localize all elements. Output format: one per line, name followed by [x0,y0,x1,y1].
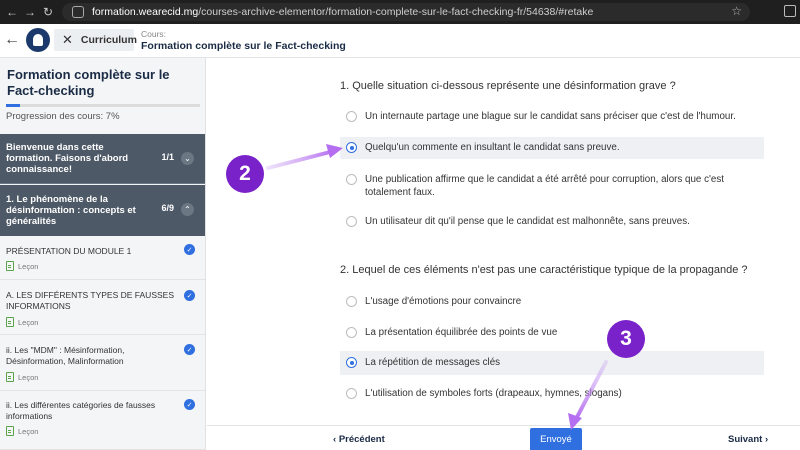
option-label: Quelqu'un commente en insultant le candi… [365,142,620,153]
lesson-type: Leçon [18,317,39,327]
answer-option[interactable]: Un internaute partage une blague sur le … [340,110,764,130]
answer-option[interactable]: L'utilisation de symboles forts (drapeau… [340,387,764,407]
lesson-item[interactable]: PRÉSENTATION DU MODULE 1 Leçon ✓ [0,236,205,280]
answer-option[interactable]: Une publication affirme que le candidat … [340,173,764,201]
back-arrow-icon[interactable]: ← [4,31,20,49]
lesson-title: ii. Les différentes catégories de fausse… [6,400,156,421]
radio-button[interactable] [346,216,357,227]
option-label: Un utilisateur dit qu'il pense que le ca… [365,216,690,227]
option-label: L'usage d'émotions pour convaincre [365,296,522,307]
next-button[interactable]: Suivant › [728,434,768,445]
radio-button[interactable] [346,111,357,122]
browser-toolbar: ← → ↻ formation.wearecid.mg/courses-arch… [0,0,800,24]
section-title: 1. Le phénomène de la désinformation : c… [6,194,136,227]
document-icon [6,426,14,436]
radio-button-selected[interactable] [346,357,357,368]
course-title: Formation complète sur le Fact-checking [141,40,346,52]
lesson-type: Leçon [18,426,39,436]
address-bar[interactable]: formation.wearecid.mg/courses-archive-el… [62,3,750,21]
extension-icon[interactable] [784,5,796,17]
section-title: Bienvenue dans cette formation. Faisons … [6,142,129,175]
lesson-type: Leçon [18,261,39,271]
check-icon: ✓ [184,290,195,301]
lesson-title: PRÉSENTATION DU MODULE 1 [6,246,132,256]
check-icon: ✓ [184,344,195,355]
question-title: 1. Quelle situation ci-dessous représent… [340,80,676,92]
answer-option[interactable]: La répétition de messages clés [340,351,764,375]
forward-nav-icon[interactable]: → [22,5,38,19]
answer-option[interactable]: Quelqu'un commente en insultant le candi… [340,137,764,159]
chevron-up-icon[interactable]: ⌃ [181,203,194,216]
section-welcome[interactable]: Bienvenue dans cette formation. Faisons … [0,134,205,184]
lesson-type: Leçon [18,372,39,382]
progress-bar [6,104,200,107]
question-title: 2. Lequel de ces éléments n'est pas une … [340,264,748,276]
sidebar-title: Formation complète sur le Fact-checking [7,67,170,98]
lesson-title: A. LES DIFFÉRENTS TYPES DE FAUSSES INFOR… [6,290,174,311]
section-module-1[interactable]: 1. Le phénomène de la désinformation : c… [0,185,205,236]
course-header: ← ✕ Curriculum Cours: Formation complète… [0,24,800,58]
curriculum-sidebar: Formation complète sur le Fact-checking … [0,58,206,450]
step-badge-3: 3 [607,320,645,358]
progress-text: Progression des cours: 7% [6,111,120,122]
curriculum-label: Curriculum [80,34,137,46]
document-icon [6,261,14,271]
answer-option[interactable]: La présentation équilibrée des points de… [340,326,764,346]
option-label: La répétition de messages clés [365,357,501,368]
option-label: L'utilisation de symboles forts (drapeau… [365,388,622,399]
radio-button[interactable] [346,174,357,185]
curriculum-button[interactable]: ✕ Curriculum [54,29,137,51]
option-label: La présentation équilibrée des points de… [365,327,558,338]
option-label: Une publication affirme que le candidat … [365,174,724,198]
bookmark-star-icon[interactable]: ☆ [731,4,742,18]
lesson-item[interactable]: ii. Les "MDM" : Mésinformation, Désinfor… [0,335,205,391]
step-badge-2: 2 [226,155,264,193]
close-icon: ✕ [62,32,73,47]
url-host: formation.wearecid.mg [92,6,199,18]
document-icon [6,372,14,382]
radio-button[interactable] [346,388,357,399]
reload-icon[interactable]: ↻ [40,5,56,19]
url-path: /courses-archive-elementor/formation-com… [198,6,594,18]
answer-option[interactable]: L'usage d'émotions pour convaincre [340,295,764,315]
previous-button[interactable]: ‹ Précédent [333,434,385,445]
answer-option[interactable]: Un utilisateur dit qu'il pense que le ca… [340,215,764,235]
lesson-item[interactable]: ii. Les différentes catégories de fausse… [0,391,205,450]
course-label: Cours: [141,29,167,39]
section-count: 6/9 [161,203,174,213]
back-nav-icon[interactable]: ← [4,5,20,19]
previous-label: Précédent [338,434,385,445]
option-label: Un internaute partage une blague sur le … [365,111,736,122]
submit-button[interactable]: Envoyé [530,428,582,450]
progress-fill [6,104,20,107]
next-label: Suivant [728,434,763,445]
section-count: 1/1 [161,152,174,162]
radio-button-selected[interactable] [346,142,357,153]
check-icon: ✓ [184,244,195,255]
quiz-content: 1. Quelle situation ci-dessous représent… [207,58,800,450]
chevron-right-icon: › [762,434,769,445]
radio-button[interactable] [346,296,357,307]
document-icon [6,317,14,327]
check-icon: ✓ [184,399,195,410]
site-logo[interactable] [26,28,50,52]
site-info-icon[interactable] [72,6,84,18]
radio-button[interactable] [346,327,357,338]
quiz-footer: ‹ Précédent Envoyé Suivant › [207,425,800,450]
chevron-down-icon[interactable]: ⌄ [181,152,194,165]
lesson-title: ii. Les "MDM" : Mésinformation, Désinfor… [6,345,125,366]
lesson-item[interactable]: A. LES DIFFÉRENTS TYPES DE FAUSSES INFOR… [0,280,205,335]
